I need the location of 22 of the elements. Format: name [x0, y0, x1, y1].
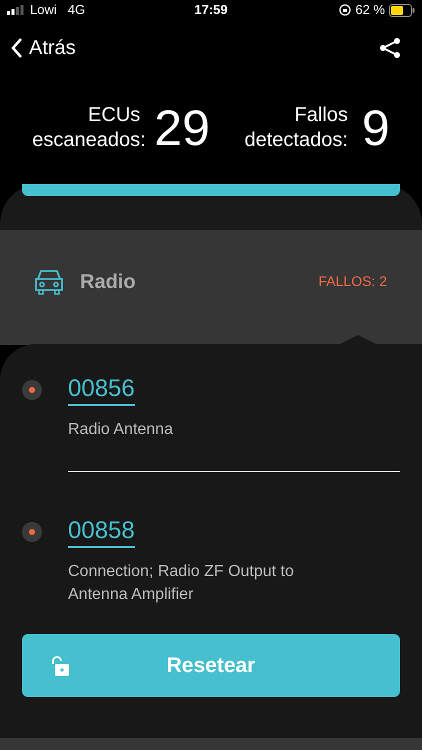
battery-percent: 62 % [355, 1, 385, 20]
network-type: 4G [68, 1, 86, 20]
carrier-name: Lowi [30, 1, 57, 20]
unlock-icon [50, 654, 70, 676]
fault-dot-icon [22, 522, 42, 542]
fault-code-link[interactable]: 00858 [68, 516, 135, 548]
fault-description: Radio Antenna [68, 420, 174, 440]
clock: 17:59 [194, 1, 228, 20]
fault-count: FALLOS: 2 [318, 272, 387, 291]
battery-icon [389, 4, 415, 16]
fault-description: Connection; Radio ZF Output to Antenna Amplifier [68, 562, 295, 605]
chevron-left-icon [10, 37, 23, 59]
stat-value: 29 [154, 103, 210, 153]
module-name: Radio [80, 270, 136, 294]
rotation-lock-icon [339, 4, 352, 16]
stat-value: 9 [362, 103, 390, 153]
car-icon [34, 268, 64, 296]
stat-label: Fallos detectados: [243, 103, 348, 153]
back-button[interactable]: Atrás [10, 33, 76, 63]
fault-dot-icon [22, 380, 42, 400]
signal-icon [7, 5, 25, 15]
fault-code-link[interactable]: 00856 [68, 374, 135, 406]
